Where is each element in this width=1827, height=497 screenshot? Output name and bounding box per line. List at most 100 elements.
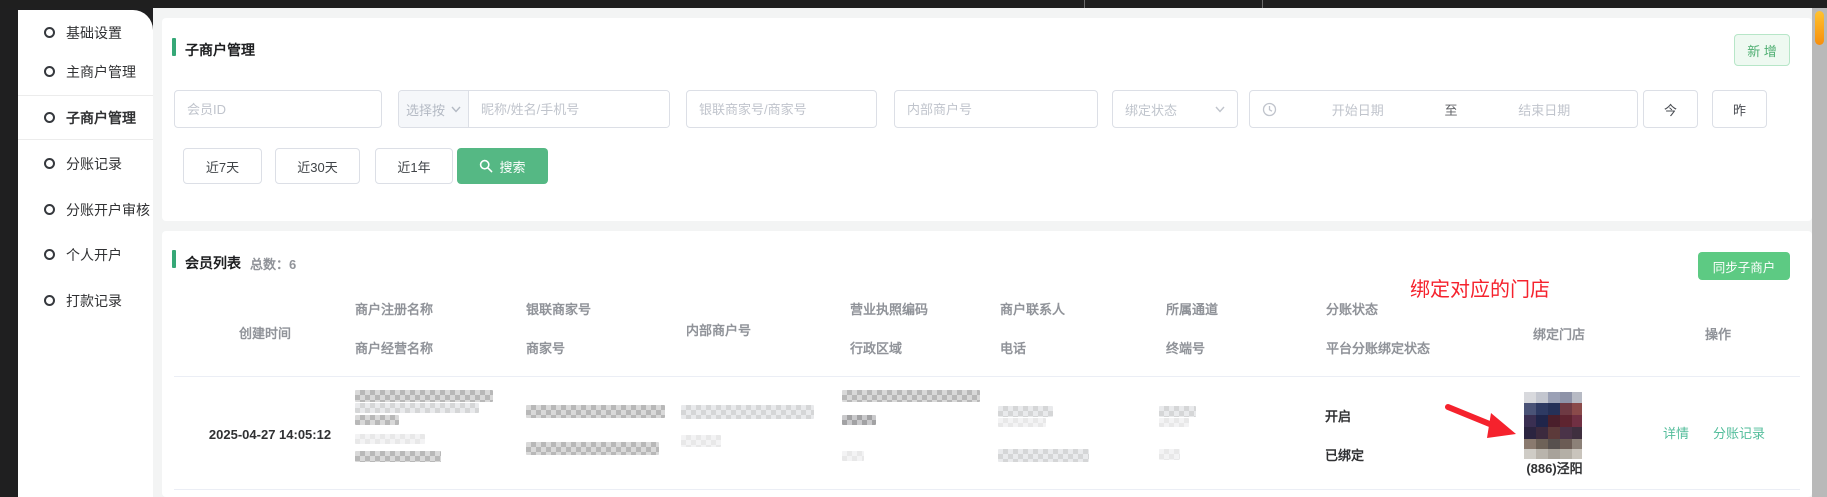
page: 基础设置 主商户管理 子商户管理 分账记录 分账开户审核 个人开户 [0,0,1827,497]
sidebar-item-label: 分账开户审核 [66,200,150,220]
censored-terminal-no [1159,449,1180,460]
detail-link[interactable]: 详情 [1663,427,1689,441]
col-header-unionpay-no: 银联商家号 [526,303,591,316]
censored-merchant-no [526,442,659,455]
section-bar [172,38,176,56]
clock-icon [1262,102,1277,117]
col-header-actions: 操作 [1692,328,1744,341]
select-by-dropdown[interactable]: 选择按 [399,91,469,127]
member-id-input[interactable] [174,90,382,128]
sidebar-item-personal-account[interactable]: 个人开户 [18,232,153,277]
range-separator: 至 [1439,100,1464,119]
col-header-register-name: 商户注册名称 [355,303,433,316]
table-divider [174,376,1800,377]
censored-contact [998,406,1053,417]
search-button-label: 搜索 [499,157,525,176]
sidebar-item-label: 个人开户 [66,245,122,265]
censored-internal-no [681,435,721,447]
sidebar-panel: 基础设置 主商户管理 子商户管理 分账记录 分账开户审核 个人开户 [18,10,153,497]
censored-contact [998,418,1046,427]
censored-license-no [842,390,980,402]
circle-ring-icon [44,295,55,306]
sidebar-item-label: 子商户管理 [66,108,136,128]
col-header-created-at: 创建时间 [193,327,337,340]
internal-merchant-input[interactable] [894,90,1098,128]
circle-ring-icon [44,249,55,260]
page-title: 子商户管理 [185,40,255,60]
censored-phone [998,449,1089,462]
sidebar-item-main-merchant[interactable]: 主商户管理 [18,49,153,94]
last-30-days-button[interactable]: 近30天 [275,148,360,184]
chevron-down-icon [1215,106,1225,113]
cell-platform-bind-status: 已绑定 [1325,449,1364,463]
circle-ring-icon [44,27,55,38]
tab-separator [1262,0,1263,8]
censored-internal-no [681,405,814,419]
browser-top-strip [0,0,1827,8]
censored-unionpay-no [526,405,665,418]
scrollbar-track[interactable] [1812,8,1827,497]
total-value: 6 [289,257,296,272]
bind-status-select[interactable]: 绑定状态 [1112,90,1238,128]
store-caption: (886)泾阳 [1507,462,1602,476]
store-photo-thumbnail[interactable] [1524,392,1582,459]
annotation-text: 绑定对应的门店 [1410,273,1550,302]
end-date-placeholder: 结束日期 [1464,100,1626,119]
last-7-days-button[interactable]: 近7天 [183,148,262,184]
sidebar-item-split-records[interactable]: 分账记录 [18,141,153,186]
col-header-region: 行政区域 [850,342,902,355]
censored-register-name [355,390,493,402]
circle-ring-icon [44,112,55,123]
col-header-bound-store: 绑定门店 [1533,328,1585,341]
col-header-license-no: 营业执照编码 [850,303,928,316]
sidebar-item-sub-merchant[interactable]: 子商户管理 [18,95,153,140]
bind-status-label: 绑定状态 [1125,100,1177,119]
sidebar-item-label: 分账记录 [66,154,122,174]
circle-ring-icon [44,158,55,169]
start-date-placeholder: 开始日期 [1277,100,1439,119]
circle-ring-icon [44,204,55,215]
select-by-label: 选择按 [406,100,445,119]
cell-created-at: 2025-04-27 14:05:12 [196,428,344,442]
censored-register-name [355,415,399,425]
scrollbar-thumb[interactable] [1815,11,1824,45]
last-1-year-button[interactable]: 近1年 [375,148,453,184]
sidebar-item-label: 基础设置 [66,23,122,43]
col-header-phone: 电话 [1000,342,1026,355]
sync-sub-merchant-button[interactable]: 同步子商户 [1698,252,1790,280]
sidebar-item-payment-records[interactable]: 打款记录 [18,278,153,323]
sidebar-item-split-account-review[interactable]: 分账开户审核 [18,187,153,232]
red-arrow-icon [1445,403,1517,441]
col-header-platform-bind-status: 平台分账绑定状态 [1326,342,1430,355]
search-button[interactable]: 搜索 [457,148,548,184]
member-list-title: 会员列表 [185,253,241,273]
sidebar-item-label: 打款记录 [66,291,122,311]
keyword-input[interactable] [469,91,669,127]
censored-register-name [355,403,479,413]
col-header-split-status: 分账状态 [1326,303,1378,316]
unionpay-merchant-input[interactable] [686,90,877,128]
member-list-header: 会员列表 总数：6 [185,253,296,273]
censored-channel [1159,406,1196,417]
yesterday-button[interactable]: 昨 [1712,90,1767,128]
total-label: 总数：6 [250,254,296,273]
search-filter-card: 子商户管理 新 增 选择按 绑定状态 开始日期 至 结束日期 今 昨 [162,18,1812,221]
search-icon [479,159,493,173]
today-button[interactable]: 今 [1643,90,1698,128]
sidebar-item-label: 主商户管理 [66,62,136,82]
add-button[interactable]: 新 增 [1734,34,1790,66]
date-range-picker[interactable]: 开始日期 至 结束日期 [1249,90,1638,128]
section-bar [172,250,176,268]
tab-separator [1084,0,1085,8]
split-records-link[interactable]: 分账记录 [1713,427,1765,441]
cell-split-status: 开启 [1325,410,1351,424]
keyword-filter-group: 选择按 [398,90,670,128]
col-header-terminal-no: 终端号 [1166,342,1205,355]
censored-business-name [355,434,425,444]
sidebar: 基础设置 主商户管理 子商户管理 分账记录 分账开户审核 个人开户 [0,8,153,497]
row-divider [174,489,1800,490]
censored-business-name [355,451,441,462]
censored-region [842,451,864,461]
col-header-merchant-no: 商家号 [526,342,565,355]
col-header-channel: 所属通道 [1166,303,1218,316]
